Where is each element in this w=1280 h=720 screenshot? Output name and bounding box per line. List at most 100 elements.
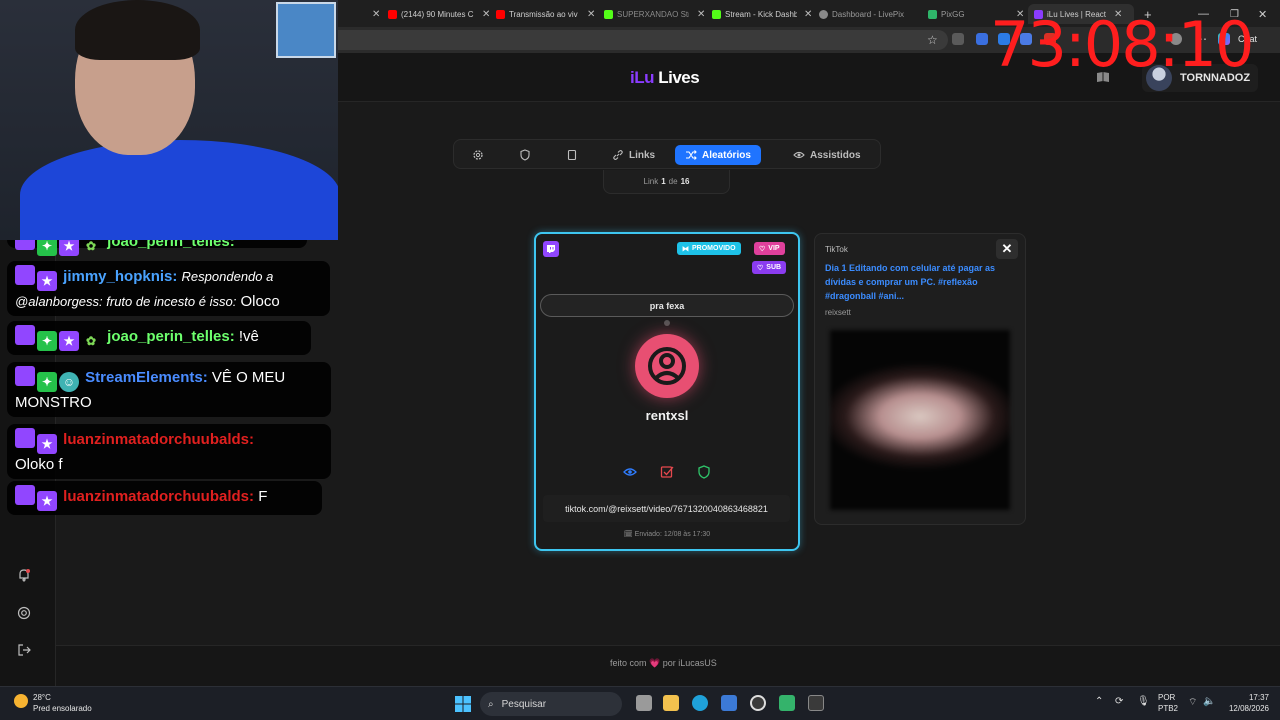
footer-credit: feito com 💗 por iLucasUS xyxy=(610,658,717,668)
taskbar-search[interactable]: ⌕ Pesquisar xyxy=(480,692,622,716)
platform-label: TikTok xyxy=(825,245,848,254)
video-title[interactable]: Dia 1 Editando com celular até pagar as … xyxy=(825,261,997,303)
close-preview-button[interactable]: ✕ xyxy=(996,239,1018,259)
app-logo[interactable]: iLu Lives xyxy=(630,68,700,88)
video-author: reixsett xyxy=(825,308,851,317)
chat-overlay: ✦ ★ ✿ joao_perin_telles: ★ jimmy_hopknis: … xyxy=(0,240,338,530)
star-icon[interactable]: ☆ xyxy=(927,33,938,47)
diamond-icon: ♡ xyxy=(759,245,766,253)
browser-tab[interactable]: Transmissão ao viv xyxy=(496,4,584,24)
shield-icon xyxy=(520,149,530,161)
chat-message: ✦ ☺ StreamElements: VÊ O MEU MONSTRO xyxy=(7,362,331,417)
microphone-icon[interactable]: 🎙 xyxy=(1137,696,1150,707)
tab-close-icon[interactable]: ✕ xyxy=(693,4,705,24)
star-badge-icon: ★ xyxy=(37,271,57,291)
calendar-icon: 🗓 xyxy=(623,531,633,538)
checkbox-icon[interactable] xyxy=(660,465,674,479)
notion-icon[interactable] xyxy=(808,695,824,711)
twitch-badge-icon xyxy=(15,428,35,448)
obs-icon[interactable] xyxy=(750,695,766,711)
twitch-badge-icon xyxy=(15,325,35,345)
photos-icon[interactable] xyxy=(721,695,737,711)
tab-close-icon[interactable]: ✕ xyxy=(368,4,380,24)
tab-close-icon[interactable]: ✕ xyxy=(583,4,595,24)
flower-badge-icon: ✿ xyxy=(85,240,97,253)
robot-badge-icon: ☺ xyxy=(59,372,79,392)
flower-badge-icon: ✿ xyxy=(85,334,97,348)
search-icon: ⌕ xyxy=(488,698,494,710)
tab-close-icon[interactable]: ✕ xyxy=(800,4,812,24)
tab-close-icon[interactable]: ✕ xyxy=(478,4,490,24)
streamer-shirt xyxy=(20,140,338,240)
twitch-badge-icon xyxy=(15,366,35,386)
browser-tab[interactable]: PixGG xyxy=(928,4,988,24)
sent-timestamp: 🗓 Enviado: 12/08 às 17:30 xyxy=(623,531,711,538)
sender-username: rentxsl xyxy=(645,408,689,423)
file-explorer-icon[interactable] xyxy=(663,695,679,711)
lifebuoy-icon[interactable] xyxy=(17,606,31,620)
sync-icon[interactable]: ⟳ xyxy=(1115,696,1123,707)
windows-start-icon[interactable] xyxy=(455,696,471,712)
eye-icon xyxy=(793,151,805,159)
message-bubble: pra fexa xyxy=(540,294,794,317)
browser-tab[interactable]: Stream - Kick Dashb xyxy=(712,4,797,24)
chat-message: ★ jimmy_hopknis: Respondendo a @alanborg… xyxy=(7,261,330,316)
promo-icon: ⧓ xyxy=(682,245,689,253)
chevron-up-icon[interactable]: ⌃ xyxy=(1095,696,1103,707)
browser-tab[interactable]: (2144) 90 Minutes C xyxy=(388,4,483,24)
shuffle-icon xyxy=(686,150,697,160)
tab-moderation[interactable] xyxy=(519,145,531,165)
globe-icon xyxy=(819,9,828,19)
kick-icon xyxy=(712,9,721,19)
link-url[interactable]: tiktok.com/@reixsett/video/7671320040863… xyxy=(543,495,790,522)
chat-message: ★ luanzinmatadorchuubalds: Oloko f xyxy=(7,424,331,479)
tab-watched[interactable]: Assistidos xyxy=(793,145,861,165)
streamer-hair xyxy=(75,0,200,60)
tab-settings[interactable] xyxy=(472,145,484,165)
extension-icon[interactable] xyxy=(952,33,964,45)
taskbar-clock[interactable]: 17:37 12/08/2026 xyxy=(1225,692,1269,714)
heart-icon: 💗 xyxy=(649,658,661,668)
eye-icon[interactable] xyxy=(623,465,637,479)
tab-device[interactable] xyxy=(566,145,578,165)
wifi-icon[interactable]: ⌔ xyxy=(1188,696,1197,709)
gear-icon xyxy=(473,150,483,160)
sword-badge-icon: ✦ xyxy=(37,240,57,256)
user-avatar-icon xyxy=(635,334,699,398)
kick-icon xyxy=(604,9,613,19)
url-field[interactable] xyxy=(338,30,948,50)
browser-tab[interactable]: SUPERXANDAO Str xyxy=(604,4,689,24)
weather-widget[interactable]: 28°C Pred ensolarado xyxy=(14,692,92,714)
logout-icon[interactable] xyxy=(17,643,31,657)
twitch-badge-icon xyxy=(15,265,35,285)
youtube-icon xyxy=(388,9,397,19)
chat-message: ✦ ★ ✿ joao_perin_telles: !vê xyxy=(7,321,311,355)
extension-icon[interactable] xyxy=(976,33,988,45)
sub-badge: ♡ SUB xyxy=(752,261,787,274)
youtube-icon xyxy=(496,9,505,19)
twitch-icon xyxy=(543,241,559,257)
tablet-icon xyxy=(567,149,577,161)
task-view-icon[interactable] xyxy=(636,695,652,711)
star-badge-icon: ★ xyxy=(37,434,57,454)
sword-badge-icon: ✦ xyxy=(37,372,57,392)
link-counter: Link 1 de 16 xyxy=(603,170,730,194)
close-window-button[interactable]: ✕ xyxy=(1258,4,1267,24)
twitch-badge-icon xyxy=(15,240,35,250)
close-icon: ✕ xyxy=(1001,241,1013,256)
speaker-icon[interactable]: 🔈 xyxy=(1203,696,1215,707)
tab-random[interactable]: Aleatórios xyxy=(675,145,761,165)
heart-icon: ♡ xyxy=(757,264,764,272)
link-icon xyxy=(613,150,623,160)
video-thumbnail[interactable] xyxy=(830,330,1010,510)
shield-icon[interactable] xyxy=(697,465,711,479)
bell-icon[interactable] xyxy=(17,568,31,582)
tab-links[interactable]: Links xyxy=(612,145,655,165)
edge-icon[interactable] xyxy=(692,695,708,711)
nav-tabs: Links Aleatórios Assistidos xyxy=(453,139,881,169)
browser-tab[interactable]: Dashboard - LivePix xyxy=(819,4,907,24)
language-indicator[interactable]: POR PTB2 xyxy=(1158,692,1178,714)
vip-badge: ♡ VIP xyxy=(754,242,785,255)
wall-poster xyxy=(276,2,336,58)
app-icon[interactable] xyxy=(779,695,795,711)
